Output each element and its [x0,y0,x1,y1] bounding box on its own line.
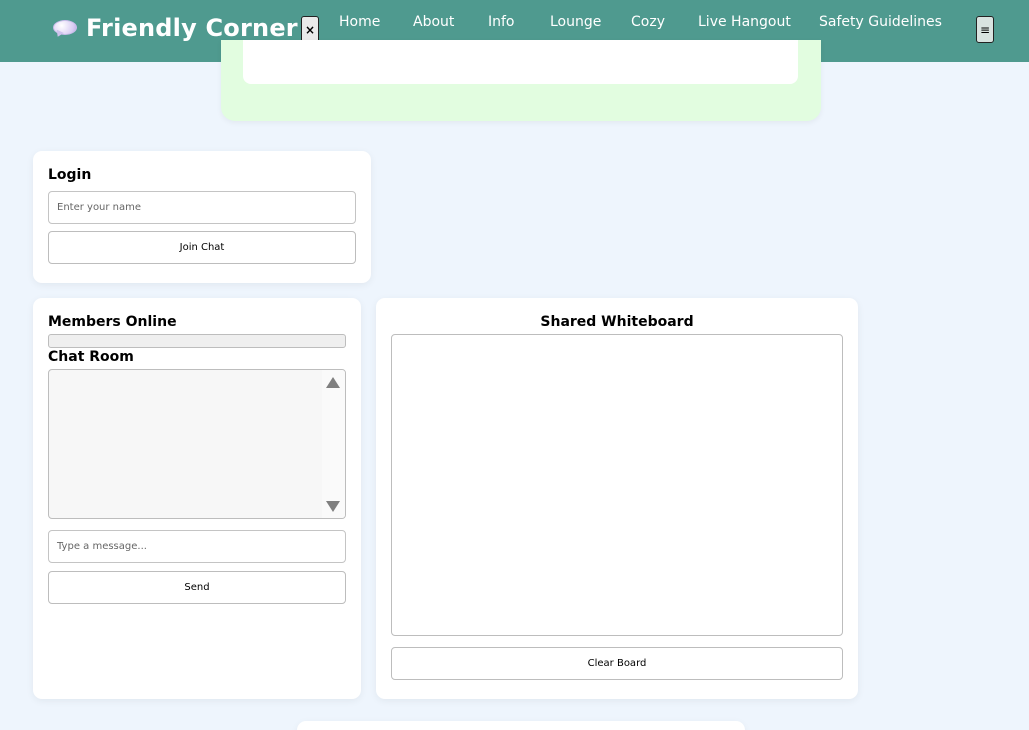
send-button[interactable]: Send [48,571,346,604]
scroll-up-icon[interactable] [326,377,340,388]
nav-cozy[interactable]: Cozy [631,14,665,30]
whiteboard-title: Shared Whiteboard [540,314,694,330]
clear-board-button[interactable]: Clear Board [391,647,843,680]
chat-messages[interactable] [48,369,346,519]
nav-about[interactable]: About [413,14,454,30]
top-panel [221,40,821,121]
chat-card: Members Online Chat Room Type a message.… [33,298,361,699]
close-menu-button[interactable]: × [301,16,319,43]
speech-bubble-icon [52,17,78,39]
scroll-down-icon[interactable] [326,501,340,512]
whiteboard-canvas[interactable] [391,334,843,636]
nav-live-hangout[interactable]: Live Hangout [698,14,791,30]
nav-home[interactable]: Home [339,14,380,30]
whiteboard-card: Shared Whiteboard Clear Board [376,298,858,699]
nav-safety-guidelines[interactable]: Safety Guidelines [819,14,942,30]
chat-scrollbar[interactable] [322,370,345,518]
top-panel-content [243,40,798,84]
chat-room-title: Chat Room [48,349,134,365]
join-chat-button[interactable]: Join Chat [48,231,356,264]
nav-lounge[interactable]: Lounge [550,14,601,30]
brand-title: Friendly Corner [86,14,298,42]
members-list [48,334,346,348]
members-online-title: Members Online [48,314,177,330]
login-card: Login Enter your name Join Chat [33,151,371,283]
hamburger-menu-button[interactable]: ≡ [976,16,994,43]
brand[interactable]: Friendly Corner [52,14,298,42]
bottom-card [297,721,745,730]
login-title: Login [48,167,92,183]
message-input[interactable]: Type a message... [48,530,346,563]
name-input[interactable]: Enter your name [48,191,356,224]
nav-info[interactable]: Info [488,14,515,30]
